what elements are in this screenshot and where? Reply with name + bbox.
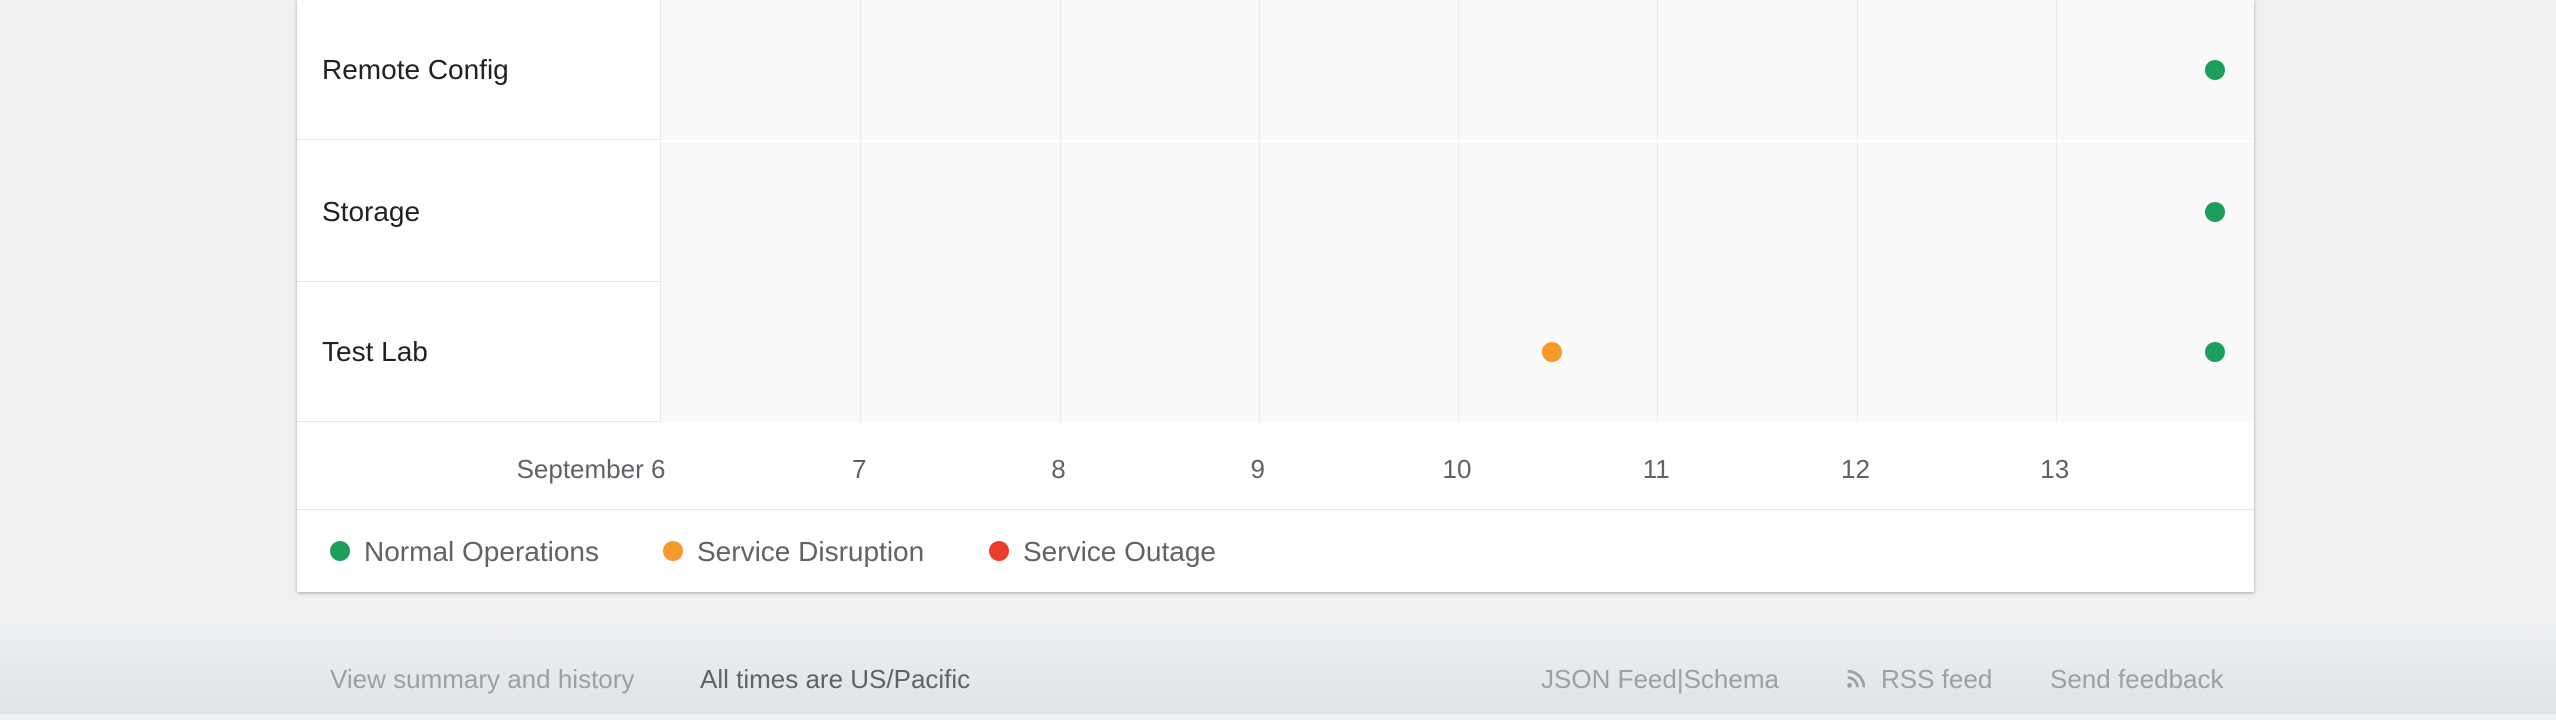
service-row-test-lab: Test Lab [297,282,2254,422]
feed-links: JSON Feed|Schema [1541,664,1779,695]
grid-line [1458,282,1459,422]
date-tick-label: September 6 [516,454,666,484]
legend-label: Normal Operations [364,536,599,567]
rss-feed-label: RSS feed [1881,664,1993,694]
grid-line [1059,0,1061,140]
grid-line [1258,0,1260,140]
json-feed-link[interactable]: JSON Feed [1541,664,1677,694]
rss-icon [1847,669,1866,688]
date-axis: September 6 7 8 9 10 11 12 13 [297,422,2254,510]
schema-link[interactable]: Schema [1684,664,1779,694]
grid-line [1458,142,1459,282]
service-row-remote-config: Remote Config [297,0,2254,140]
grid-line [1856,142,1858,282]
grid-line [1657,282,1659,422]
grid-line [2055,142,2057,282]
service-timeline [660,282,2254,422]
feed-separator: | [1676,664,1684,694]
disruption-status-dot[interactable] [1541,342,1562,362]
legend-item-outage: Service Outage [989,510,1216,592]
legend-item-normal: Normal Operations [330,510,599,592]
grid-line [2055,0,2057,140]
view-summary-link[interactable]: View summary and history [330,664,634,695]
grid-line [2055,282,2057,422]
date-tick-label: 7 [852,454,867,484]
service-timeline [660,0,2254,140]
grid-line [1657,0,1659,140]
service-name: Storage [322,196,421,227]
grid-line [1258,282,1260,422]
normal-status-dot[interactable] [2205,202,2226,222]
grid-line [1059,282,1061,422]
legend-item-disruption: Service Disruption [663,510,924,592]
service-name: Test Lab [322,336,428,367]
grid-line [1458,0,1459,140]
legend-label: Service Outage [1023,536,1216,567]
grid-line [1059,142,1061,282]
normal-status-dot[interactable] [2205,60,2226,80]
service-timeline [660,142,2254,282]
date-tick-label: 10 [1442,454,1472,484]
grid-line [860,282,862,422]
grid-line [860,142,862,282]
rss-feed-link[interactable]: RSS feed [1845,664,1992,695]
date-tick-label: 8 [1051,454,1066,484]
timezone-note: All times are US/Pacific [700,664,971,694]
grid-line [860,0,862,140]
grid-line [1258,142,1260,282]
normal-status-dot[interactable] [2205,342,2226,362]
legend: Normal Operations Service Disruption Ser… [297,510,2254,592]
grid-line [1657,142,1659,282]
status-dashboard-card: Remote Config Storage Test Lab September… [297,0,2254,592]
legend-label: Service Disruption [697,536,925,567]
date-tick-label: 12 [1841,454,1870,484]
date-tick-label: 9 [1250,454,1265,484]
service-name: Remote Config [322,54,509,85]
disruption-status-dot-icon [663,540,683,561]
send-feedback-link[interactable]: Send feedback [2050,664,2223,695]
grid-line [1856,0,1858,140]
outage-status-dot-icon [989,540,1009,561]
date-tick-label: 13 [2040,454,2070,484]
normal-status-dot-icon [330,540,350,561]
footer: View summary and history All times are U… [0,640,2556,720]
date-tick-label: 11 [1642,454,1670,484]
service-row-storage: Storage [297,142,2254,282]
grid-line [1856,282,1858,422]
